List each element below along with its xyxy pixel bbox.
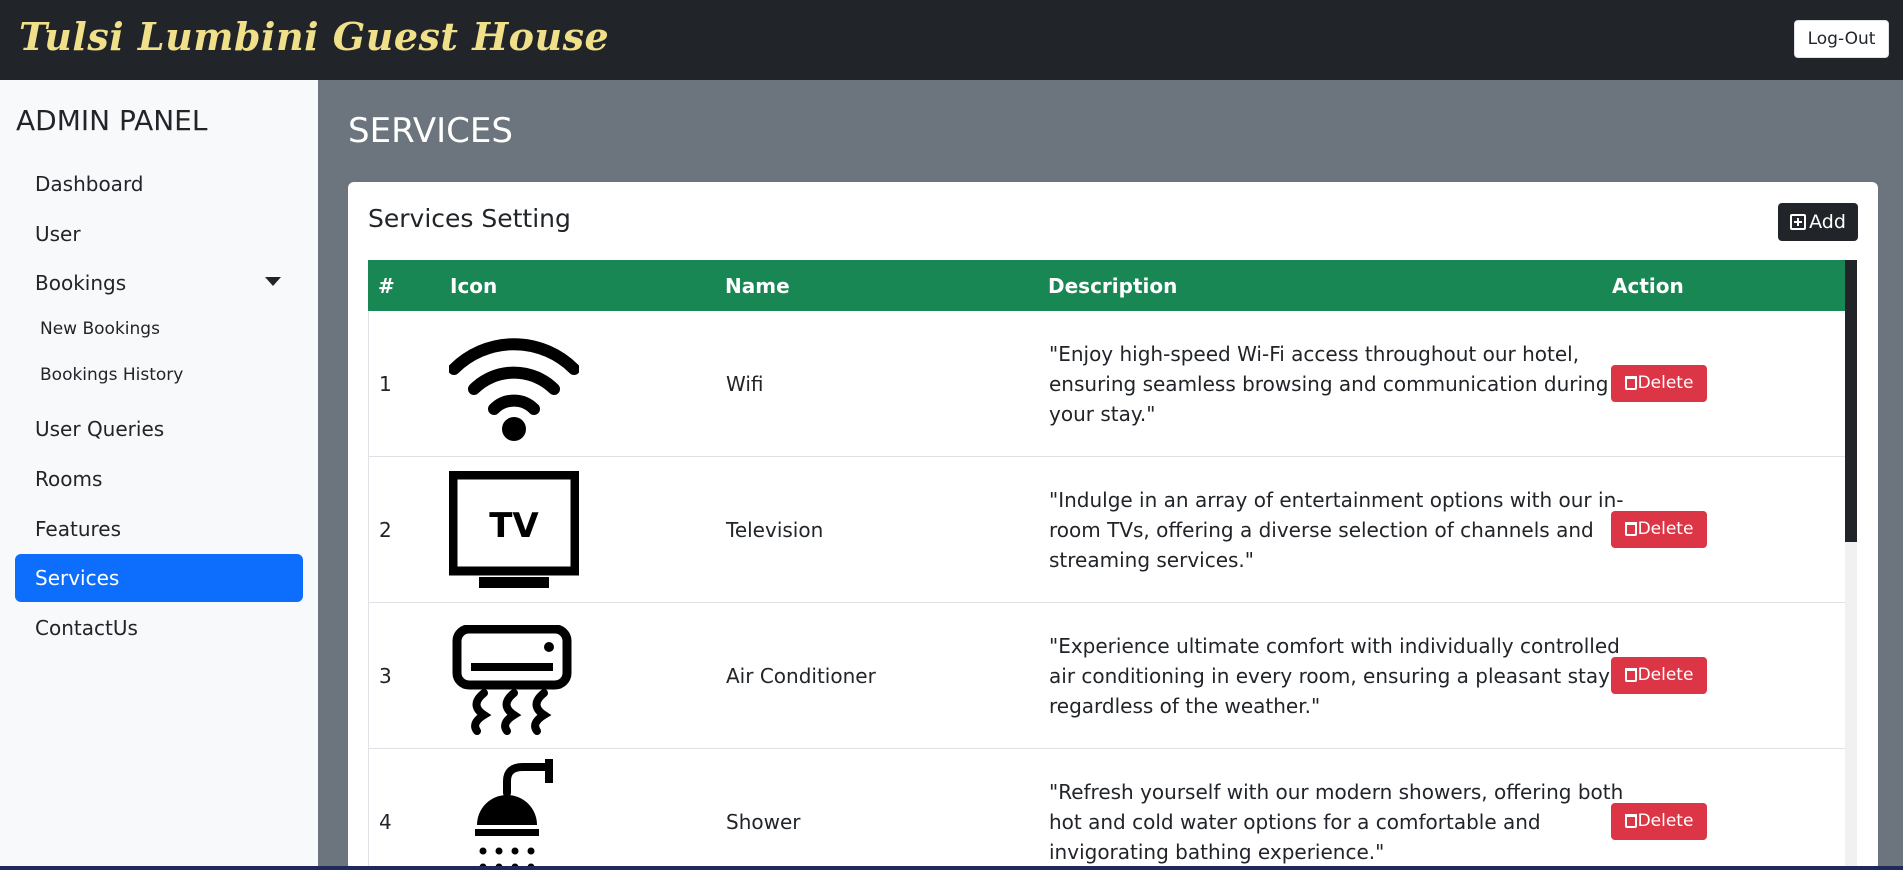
sidebar-item-features[interactable]: Features bbox=[15, 505, 303, 553]
column-header-description: Description bbox=[1048, 274, 1178, 298]
delete-button[interactable]: Delete bbox=[1611, 803, 1707, 840]
tv-icon: TV bbox=[448, 470, 580, 601]
column-header-name: Name bbox=[725, 274, 790, 298]
services-card: Services Setting Add # Icon Name Descrip… bbox=[348, 182, 1878, 870]
row-description: "Enjoy high-speed Wi-Fi access throughou… bbox=[1049, 342, 1609, 426]
trash-icon bbox=[1624, 376, 1637, 390]
column-header-icon: Icon bbox=[450, 274, 498, 298]
sidebar-item-contactus[interactable]: ContactUs bbox=[15, 604, 303, 652]
table-row: 2 TV Television "Indulge in an array of … bbox=[368, 457, 1845, 603]
logout-button[interactable]: Log-Out bbox=[1794, 20, 1889, 58]
trash-icon bbox=[1624, 522, 1637, 536]
sidebar-item-user[interactable]: User bbox=[15, 210, 303, 258]
column-header-number: # bbox=[378, 274, 395, 298]
delete-button-label: Delete bbox=[1637, 811, 1694, 831]
row-number: 3 bbox=[379, 664, 392, 688]
add-button-label: Add bbox=[1809, 211, 1846, 233]
sidebar-item-bookings-history[interactable]: Bookings History bbox=[40, 365, 183, 385]
delete-button[interactable]: Delete bbox=[1611, 365, 1707, 402]
row-number: 2 bbox=[379, 518, 392, 542]
sidebar-item-new-bookings[interactable]: New Bookings bbox=[40, 319, 160, 339]
table-scrollbar[interactable] bbox=[1845, 260, 1857, 870]
row-description: "Refresh yourself with our modern shower… bbox=[1049, 780, 1624, 864]
row-number: 1 bbox=[379, 372, 392, 396]
scrollbar-thumb[interactable] bbox=[1845, 260, 1857, 542]
sidebar-item-dashboard[interactable]: Dashboard bbox=[15, 160, 303, 208]
chevron-down-icon[interactable] bbox=[265, 277, 281, 286]
air-conditioner-icon bbox=[449, 624, 579, 755]
sidebar-item-bookings[interactable]: Bookings bbox=[15, 259, 303, 307]
top-navbar: Tulsi Lumbini Guest House Log-Out bbox=[0, 0, 1903, 80]
table-row: 4 Shower "Refresh yourself with our mode… bbox=[368, 749, 1845, 870]
delete-button-label: Delete bbox=[1637, 373, 1694, 393]
trash-icon bbox=[1624, 814, 1637, 828]
sidebar: ADMIN PANEL Dashboard User Bookings New … bbox=[0, 80, 318, 870]
delete-button[interactable]: Delete bbox=[1611, 511, 1707, 548]
bottom-divider bbox=[0, 866, 1903, 870]
row-name: Television bbox=[726, 518, 824, 542]
shower-icon bbox=[449, 759, 579, 870]
row-description: "Indulge in an array of entertainment op… bbox=[1049, 488, 1624, 572]
sidebar-item-rooms[interactable]: Rooms bbox=[15, 455, 303, 503]
table-row: 3 Air Conditioner "Experience ultimate c… bbox=[368, 603, 1845, 749]
row-name: Shower bbox=[726, 810, 801, 834]
table-row: 1 Wifi "Enjoy high-speed Wi-Fi access th… bbox=[368, 311, 1845, 457]
sidebar-item-user-queries[interactable]: User Queries bbox=[15, 405, 303, 453]
services-table: # Icon Name Description Action 1 Wifi "E… bbox=[368, 260, 1845, 870]
column-header-action: Action bbox=[1612, 274, 1684, 298]
page-title: SERVICES bbox=[348, 111, 513, 151]
table-header: # Icon Name Description Action bbox=[368, 260, 1845, 311]
svg-text:TV: TV bbox=[489, 506, 539, 546]
delete-button-label: Delete bbox=[1637, 519, 1694, 539]
brand-title[interactable]: Tulsi Lumbini Guest House bbox=[19, 14, 609, 59]
plus-square-icon bbox=[1790, 214, 1807, 230]
card-title: Services Setting bbox=[368, 204, 571, 233]
delete-button-label: Delete bbox=[1637, 665, 1694, 685]
wifi-icon bbox=[448, 331, 580, 461]
row-name: Air Conditioner bbox=[726, 664, 876, 688]
delete-button[interactable]: Delete bbox=[1611, 657, 1707, 694]
row-description: "Experience ultimate comfort with indivi… bbox=[1049, 634, 1620, 718]
sidebar-title: ADMIN PANEL bbox=[16, 104, 208, 137]
row-number: 4 bbox=[379, 810, 392, 834]
trash-icon bbox=[1624, 668, 1637, 682]
row-name: Wifi bbox=[726, 372, 764, 396]
add-button[interactable]: Add bbox=[1778, 203, 1858, 241]
sidebar-item-services[interactable]: Services bbox=[15, 554, 303, 602]
